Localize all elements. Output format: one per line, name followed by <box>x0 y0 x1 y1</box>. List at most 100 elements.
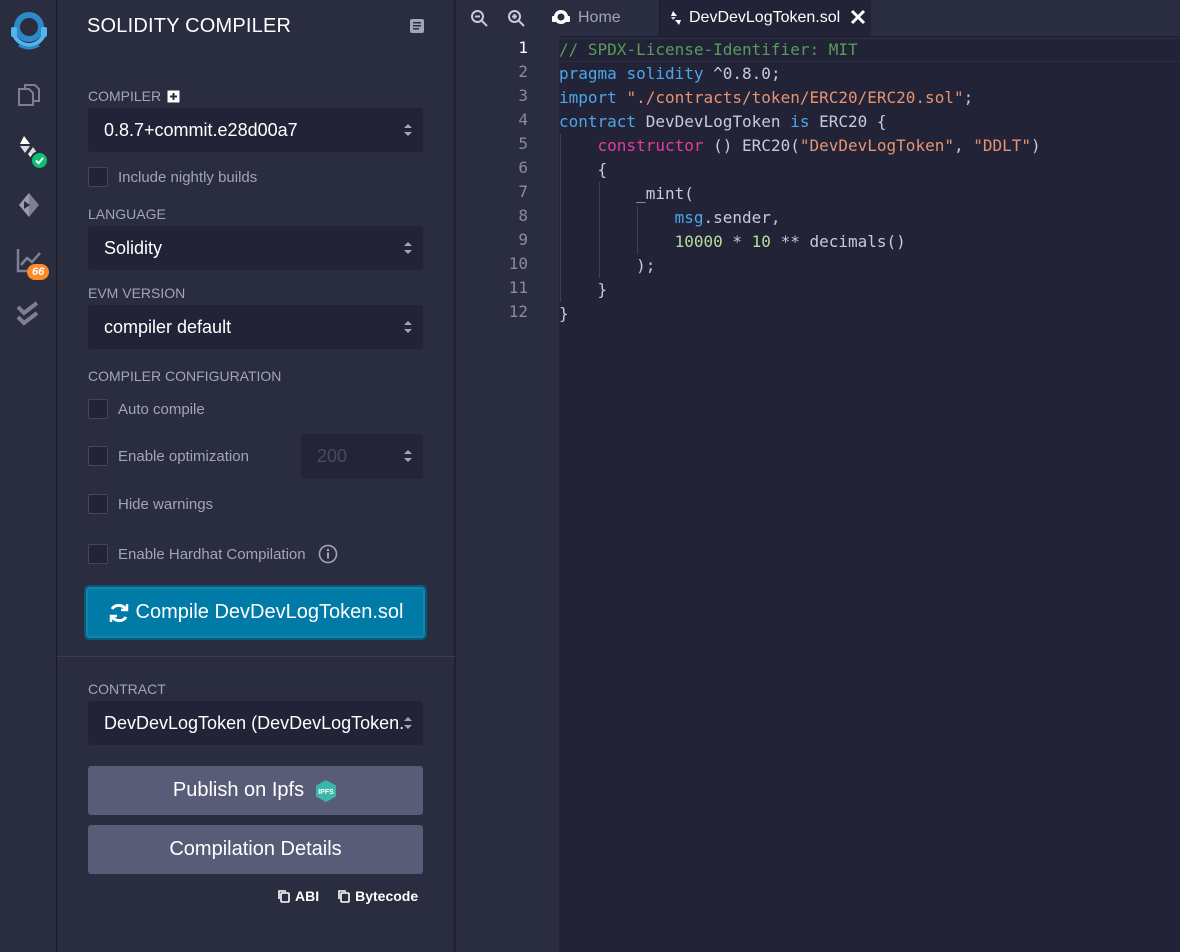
contract-value: DevDevLogToken (DevDevLogToken.sol) <box>104 712 404 733</box>
code-comment: // SPDX-License-Identifier: MIT <box>559 40 858 59</box>
abi-label: ABI <box>295 888 320 904</box>
compile-button[interactable]: Compile DevDevLogToken.sol <box>84 585 427 640</box>
copy-bytecode-link[interactable]: Bytecode <box>337 888 418 904</box>
tab-home[interactable]: Home <box>550 0 621 36</box>
hide-warnings-checkbox[interactable] <box>88 494 108 514</box>
optimization-runs-value: 200 <box>317 446 348 466</box>
compiler-configuration-label: COMPILER CONFIGURATION <box>88 368 282 384</box>
code-line: } <box>559 278 608 302</box>
code-line: constructor () ERC20("DevDevLogToken", "… <box>559 134 1041 158</box>
nightly-builds-row[interactable]: Include nightly builds <box>88 167 257 187</box>
zoom-in-icon[interactable] <box>507 9 525 27</box>
ipfs-icon-text: IPFS <box>318 789 334 796</box>
code-text: * <box>722 232 752 251</box>
compilation-details-button[interactable]: Compilation Details <box>88 825 423 874</box>
hardhat-compilation-label: Enable Hardhat Compilation <box>118 545 306 563</box>
optimization-label: Enable optimization <box>118 447 249 465</box>
nightly-builds-checkbox[interactable] <box>88 167 108 187</box>
compile-button-label: Compile DevDevLogToken.sol <box>135 601 404 623</box>
tab-file-label: DevDevLogToken.sol <box>689 9 841 26</box>
code-line: pragma solidity ^0.8.0; <box>559 62 781 86</box>
hardhat-compilation-checkbox[interactable] <box>88 544 108 564</box>
code-text: () ERC20( <box>713 136 800 155</box>
code-line: import "./contracts/token/ERC20/ERC20.so… <box>559 86 973 110</box>
tab-devdevlogtoken[interactable]: DevDevLogToken.sol <box>659 0 871 36</box>
language-select[interactable]: Solidity <box>88 226 423 270</box>
code-keyword: is <box>790 112 810 131</box>
compiler-version-select[interactable]: 0.8.7+commit.e28d00a7 <box>88 108 423 152</box>
hardhat-compilation-row[interactable]: Enable Hardhat Compilation <box>88 544 338 564</box>
solidity-compiler-icon[interactable] <box>0 124 57 174</box>
code-line: contract DevDevLogToken is ERC20 { <box>559 110 887 134</box>
line-number-gutter: 1 2 3 4 5 6 7 8 9 10 11 12 <box>456 36 559 952</box>
evm-version-select[interactable]: compiler default <box>88 305 423 349</box>
documentation-icon[interactable] <box>409 18 425 34</box>
code-text: } <box>597 280 608 299</box>
select-arrows-icon <box>404 242 412 254</box>
code-string: "DevDevLogToken" <box>799 136 954 155</box>
line-number: 8 <box>518 206 528 225</box>
auto-compile-row[interactable]: Auto compile <box>88 399 205 419</box>
optimization-runs-input[interactable]: 200 <box>301 434 423 479</box>
add-compiler-icon[interactable] <box>167 90 180 103</box>
compiler-label-text: COMPILER <box>88 88 162 104</box>
code-text: DevDevLogToken <box>645 112 781 131</box>
auto-compile-checkbox[interactable] <box>88 399 108 419</box>
copy-links: ABI Bytecode <box>277 888 418 904</box>
remix-logo-icon[interactable] <box>0 4 57 54</box>
deploy-run-icon[interactable] <box>0 180 57 230</box>
test-checks-icon[interactable] <box>0 290 57 340</box>
code-text: .sender, <box>703 208 781 227</box>
line-number: 7 <box>518 182 528 201</box>
code-text: ); <box>636 256 656 275</box>
compiler-label: COMPILER <box>88 88 180 104</box>
code-keyword: contract <box>559 112 637 131</box>
info-icon[interactable] <box>318 544 338 564</box>
stepper-arrows-icon[interactable] <box>403 448 413 464</box>
compiled-success-icon <box>30 151 49 170</box>
section-divider <box>57 656 455 657</box>
line-number: 11 <box>508 278 528 297</box>
select-arrows-icon <box>404 321 412 333</box>
compiler-version-value: 0.8.7+commit.e28d00a7 <box>104 119 298 140</box>
tab-home-label: Home <box>578 9 621 26</box>
line-number: 1 <box>518 38 528 57</box>
bytecode-label: Bytecode <box>355 888 419 904</box>
line-number: 2 <box>518 62 528 81</box>
code-text: , <box>953 136 974 155</box>
code-text: ) <box>1031 136 1041 155</box>
evm-version-value: compiler default <box>104 316 232 337</box>
line-number: 12 <box>508 302 528 321</box>
code-line: msg.sender, <box>559 206 781 230</box>
optimization-row[interactable]: Enable optimization <box>88 446 249 466</box>
editor-tabs: Home DevDevLogToken.sol <box>456 0 1180 36</box>
code-number: 10 <box>751 232 771 251</box>
nightly-builds-label: Include nightly builds <box>118 168 258 186</box>
contract-select[interactable]: DevDevLogToken (DevDevLogToken.sol) <box>88 701 423 745</box>
code-number: 10000 <box>674 232 723 251</box>
copy-icon <box>338 890 350 903</box>
compilation-details-label: Compilation Details <box>169 838 342 860</box>
publish-ipfs-button[interactable]: Publish on Ipfs IPFS <box>88 766 423 815</box>
select-arrows-icon <box>404 124 412 136</box>
optimization-checkbox[interactable] <box>88 446 108 466</box>
code-line: { <box>559 158 608 182</box>
select-arrows-icon <box>404 717 412 729</box>
publish-ipfs-label: Publish on Ipfs <box>172 779 305 801</box>
zoom-out-icon[interactable] <box>470 9 488 27</box>
code-keyword: constructor <box>597 136 704 155</box>
panel-title: SOLIDITY COMPILER <box>87 15 292 37</box>
remix-home-icon <box>552 10 570 24</box>
close-tab-icon[interactable] <box>849 8 867 26</box>
code-text: ; <box>963 88 974 107</box>
code-keyword: import <box>559 88 617 107</box>
code-editor[interactable]: // SPDX-License-Identifier: MIT pragma s… <box>559 36 1180 952</box>
ipfs-icon: IPFS <box>316 779 337 802</box>
copy-abi-link[interactable]: ABI <box>277 888 319 904</box>
code-line: } <box>559 302 569 326</box>
hide-warnings-row[interactable]: Hide warnings <box>88 494 213 514</box>
solidity-compiler-panel: SOLIDITY COMPILER COMPILER 0.8.7+commit.… <box>57 0 455 952</box>
code-text: { <box>597 160 608 179</box>
file-explorer-icon[interactable] <box>0 70 57 120</box>
line-number: 10 <box>508 254 528 273</box>
